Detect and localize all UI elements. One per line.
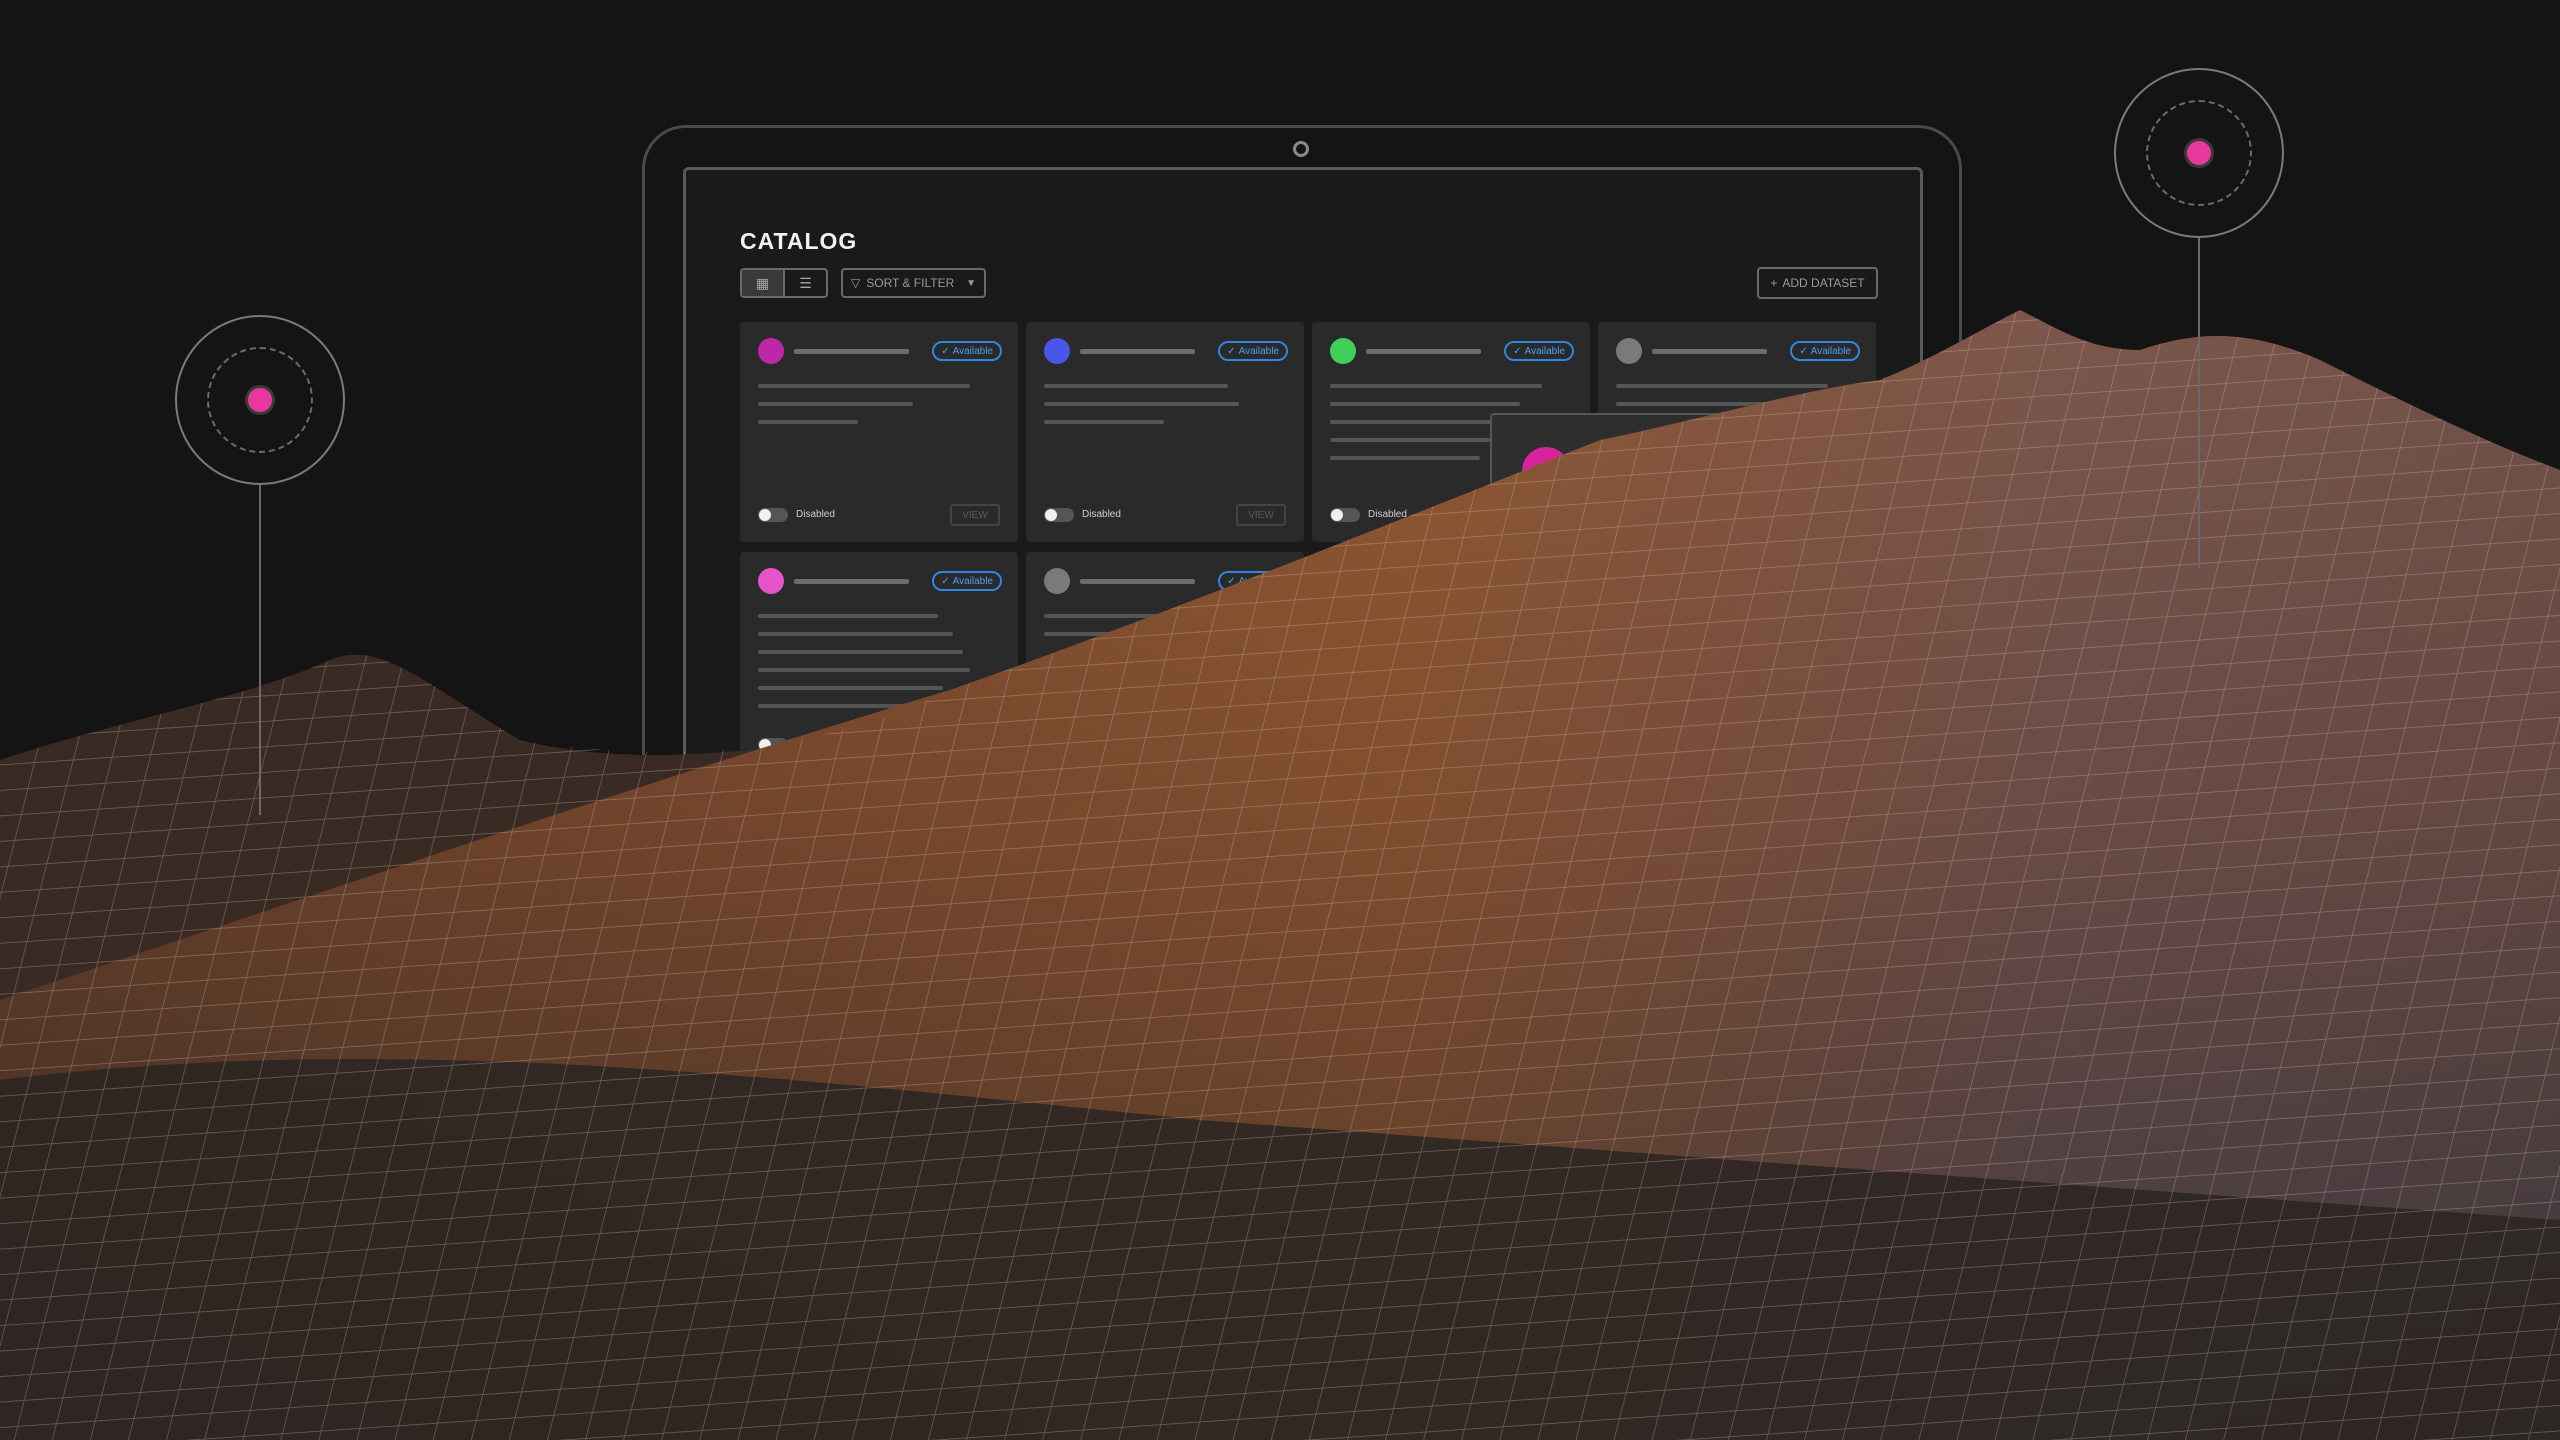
- pin-core: [2184, 138, 2214, 168]
- pin-stem: [259, 485, 261, 815]
- hero-scene: CATALOG ▦ ☰ ▽ SORT & FILTER ▼ + ADD DATA…: [0, 0, 2560, 1440]
- location-pin-left: [175, 315, 345, 815]
- pin-stem: [2198, 238, 2200, 568]
- location-pin-right: [2114, 68, 2284, 568]
- pin-core: [245, 385, 275, 415]
